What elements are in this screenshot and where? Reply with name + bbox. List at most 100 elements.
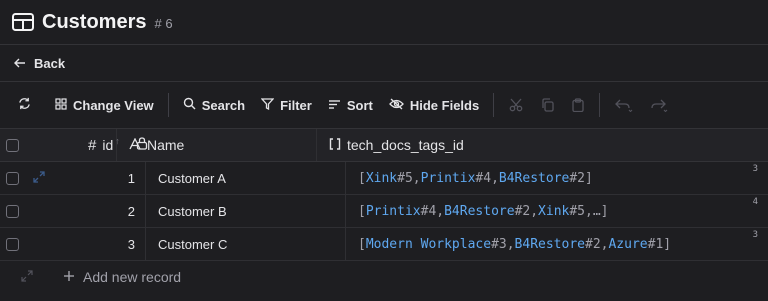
- name-cell[interactable]: Customer C: [146, 228, 346, 260]
- paste-icon[interactable]: [563, 98, 593, 112]
- tag-id: #3: [491, 236, 507, 252]
- back-label: Back: [34, 55, 66, 71]
- name-value: Customer C: [158, 236, 228, 252]
- column-header-name[interactable]: Name: [117, 129, 317, 161]
- column-header-tags[interactable]: tech_docs_tags_id: [317, 129, 768, 161]
- id-value: 3: [127, 236, 135, 252]
- table-icon: [12, 13, 34, 31]
- tag-link[interactable]: Printix: [366, 204, 421, 219]
- table-row[interactable]: 2 Customer B [Printix #4, B4Restore #2, …: [0, 195, 768, 228]
- change-view-label: Change View: [73, 97, 154, 113]
- hash-icon: #: [88, 136, 97, 154]
- name-cell[interactable]: Customer B: [146, 195, 346, 227]
- plus-icon: [63, 269, 75, 285]
- row-checkbox[interactable]: [5, 237, 19, 251]
- tag-id: #2: [585, 236, 601, 252]
- name-value: Customer B: [158, 203, 227, 219]
- search-label: Search: [201, 97, 246, 113]
- expand-icon[interactable]: [20, 269, 33, 285]
- id-cell[interactable]: 1: [53, 162, 146, 194]
- search-icon: [183, 97, 196, 113]
- array-open-bracket: [: [358, 170, 366, 186]
- search-button[interactable]: Search: [175, 91, 253, 119]
- name-cell[interactable]: Customer A: [146, 162, 346, 194]
- column-header-tags-label: tech_docs_tags_id: [347, 137, 464, 153]
- tag-id: #5: [397, 170, 413, 186]
- back-button[interactable]: Back: [14, 56, 65, 71]
- cut-icon[interactable]: [500, 98, 532, 112]
- change-view-button[interactable]: Change View: [47, 91, 162, 119]
- back-bar: Back: [0, 45, 768, 82]
- row-checkbox[interactable]: [5, 171, 19, 185]
- add-new-record-button[interactable]: Add new record: [53, 269, 181, 285]
- tag-id: #5: [569, 203, 586, 219]
- page-title: Customers: [42, 10, 147, 33]
- tags-cell[interactable]: [Printix #4, B4Restore #2, Xink #5, …]: [346, 195, 768, 227]
- select-all-checkbox[interactable]: [5, 138, 19, 152]
- record-count: # 6: [154, 16, 173, 31]
- tag-link[interactable]: Modern Workplace: [366, 237, 491, 252]
- tag-id: #2: [569, 170, 586, 186]
- array-close-bracket: ]: [585, 170, 593, 186]
- refresh-icon: [18, 97, 31, 113]
- sort-button[interactable]: Sort: [320, 91, 381, 119]
- array-type-icon: [329, 137, 341, 153]
- column-header-name-label: Name: [147, 137, 185, 153]
- refresh-button[interactable]: [10, 91, 39, 119]
- row-checkbox[interactable]: [5, 204, 19, 218]
- tag-link[interactable]: B4Restore: [515, 237, 585, 252]
- tag-link[interactable]: Xink: [366, 171, 397, 186]
- tag-id: #2: [514, 203, 531, 219]
- toolbar: Change View Search Filter Sort Hide Fiel…: [0, 82, 768, 129]
- more-tags-ellipsis[interactable]: …: [593, 204, 601, 219]
- hide-fields-label: Hide Fields: [409, 97, 480, 113]
- filter-icon: [260, 97, 275, 113]
- redo-icon[interactable]: [642, 98, 678, 112]
- table-row[interactable]: 3 Customer C [Modern Workplace #3, B4Res…: [0, 228, 768, 261]
- tag-link[interactable]: B4Restore: [444, 204, 514, 219]
- id-value: 2: [127, 203, 135, 219]
- array-close-bracket: ]: [663, 236, 672, 252]
- array-open-bracket: [: [358, 203, 366, 219]
- id-cell[interactable]: 3: [53, 228, 146, 260]
- data-grid: # id ↑ Name tech_docs_tags_id 1 Customer…: [0, 129, 768, 293]
- array-close-bracket: ]: [600, 203, 609, 219]
- expand-row-icon[interactable]: [32, 170, 45, 186]
- sort-icon: [328, 98, 341, 113]
- filter-button[interactable]: Filter: [253, 91, 320, 119]
- tags-cell[interactable]: [Modern Workplace #3, B4Restore #2, Azur…: [346, 228, 768, 260]
- tags-cell[interactable]: [Xink #5, Printix #4, B4Restore #2]: [346, 162, 768, 194]
- column-header-id[interactable]: # id ↑: [24, 129, 147, 161]
- hide-fields-button[interactable]: Hide Fields: [381, 91, 487, 119]
- add-new-record-label: Add new record: [83, 269, 182, 285]
- grid-icon: [55, 97, 67, 113]
- grid-header-row: # id ↑ Name tech_docs_tags_id: [0, 129, 768, 162]
- undo-icon[interactable]: [606, 98, 642, 112]
- array-open-bracket: [: [358, 236, 366, 252]
- column-header-id-label: id: [102, 137, 114, 153]
- header-checkbox-cell: [0, 129, 24, 161]
- tag-id: #4: [475, 170, 492, 186]
- eye-off-icon: [388, 98, 404, 113]
- name-value: Customer A: [158, 170, 226, 186]
- id-value: 1: [127, 170, 135, 186]
- tag-link[interactable]: B4Restore: [499, 171, 569, 186]
- tag-id: #1: [647, 236, 664, 252]
- tag-link[interactable]: Azure: [608, 237, 647, 252]
- text-type-icon: [129, 137, 141, 153]
- tag-count-badge: 3: [752, 164, 758, 174]
- copy-icon[interactable]: [532, 98, 563, 112]
- arrow-left-icon: [14, 56, 26, 71]
- grid-body: 1 Customer A [Xink #5, Printix #4, B4Res…: [0, 162, 768, 261]
- tag-id: #4: [420, 203, 437, 219]
- table-row[interactable]: 1 Customer A [Xink #5, Printix #4, B4Res…: [0, 162, 768, 195]
- tag-count-badge: 4: [752, 197, 758, 207]
- title-bar: Customers # 6: [0, 0, 768, 45]
- tag-count-badge: 3: [752, 230, 758, 240]
- add-record-row: Add new record: [0, 261, 768, 293]
- sort-label: Sort: [346, 97, 373, 113]
- tag-link[interactable]: Xink: [538, 204, 569, 219]
- tag-link[interactable]: Printix: [421, 171, 476, 186]
- id-cell[interactable]: 2: [53, 195, 146, 227]
- filter-label: Filter: [280, 97, 312, 113]
